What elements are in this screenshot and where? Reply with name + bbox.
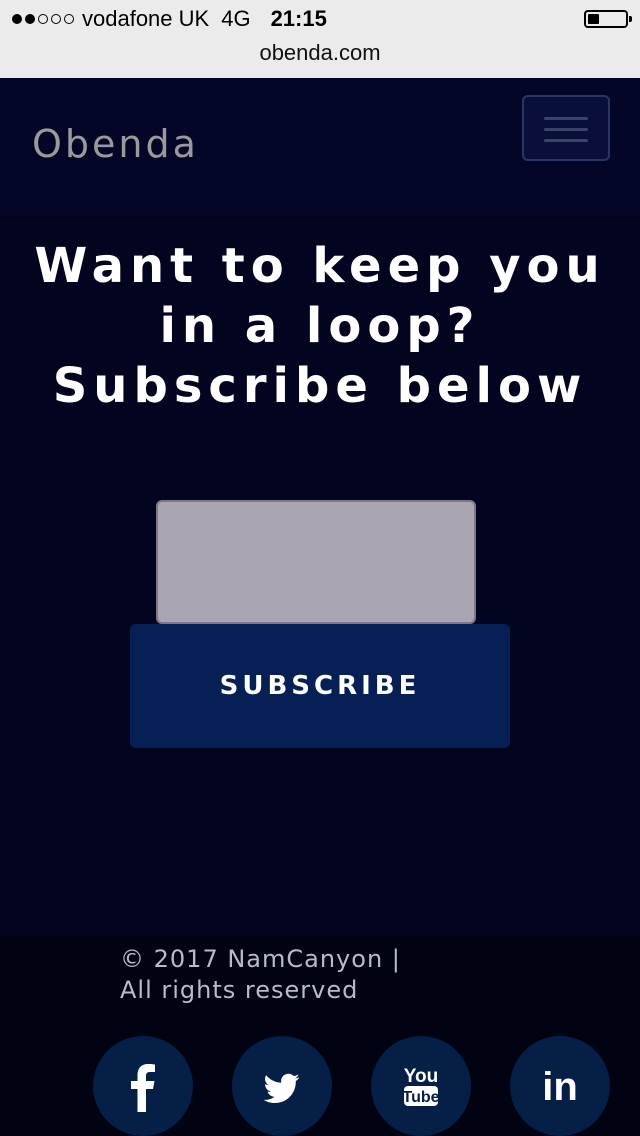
signal-dot xyxy=(64,14,74,24)
signal-dot xyxy=(38,14,48,24)
copyright-line: All rights reserved xyxy=(120,976,359,1004)
heading-line: in a loop? xyxy=(159,298,481,354)
clock: 21:15 xyxy=(270,6,327,31)
heading-line: Subscribe below xyxy=(52,358,588,414)
twitter-icon xyxy=(263,1073,300,1103)
network-type: 4G xyxy=(221,6,251,31)
signal-dot xyxy=(12,14,22,24)
youtube-text-top: You xyxy=(404,1066,438,1087)
linkedin-link[interactable]: in xyxy=(510,1036,610,1136)
copyright-line: © 2017 NamCanyon | xyxy=(120,945,401,973)
brand-logo[interactable]: Obenda xyxy=(32,122,199,166)
battery-icon xyxy=(584,10,632,28)
copyright: © 2017 NamCanyon | All rights reserved xyxy=(120,944,401,1006)
signal-dot xyxy=(51,14,61,24)
address-bar-url[interactable]: obenda.com xyxy=(0,40,640,66)
subscribe-heading: Want to keep you in a loop? Subscribe be… xyxy=(0,236,640,416)
carrier-name: vodafone UK xyxy=(82,6,210,31)
email-input[interactable] xyxy=(156,500,476,624)
footer: © 2017 NamCanyon | All rights reserved Y… xyxy=(0,936,640,1136)
youtube-text-bottom: Tube xyxy=(402,1089,439,1106)
signal-dot xyxy=(25,14,35,24)
youtube-link[interactable]: You Tube xyxy=(371,1036,471,1136)
facebook-link[interactable] xyxy=(93,1036,193,1136)
linkedin-icon: in xyxy=(542,1065,578,1109)
status-bar: vodafone UK 4G 21:15 obenda.com xyxy=(0,0,640,78)
facebook-icon xyxy=(131,1064,155,1112)
site-navbar: Obenda xyxy=(0,78,640,218)
linkedin-text: in xyxy=(542,1065,578,1109)
heading-line: Want to keep you xyxy=(34,238,606,294)
status-left: vodafone UK 4G 21:15 xyxy=(12,6,327,32)
signal-strength-icon xyxy=(12,14,74,24)
youtube-icon: You Tube xyxy=(402,1066,440,1106)
battery-level xyxy=(588,14,599,24)
twitter-link[interactable] xyxy=(232,1036,332,1136)
hamburger-menu-icon[interactable] xyxy=(522,95,610,161)
subscribe-button[interactable]: SUBSCRIBE xyxy=(130,624,510,748)
